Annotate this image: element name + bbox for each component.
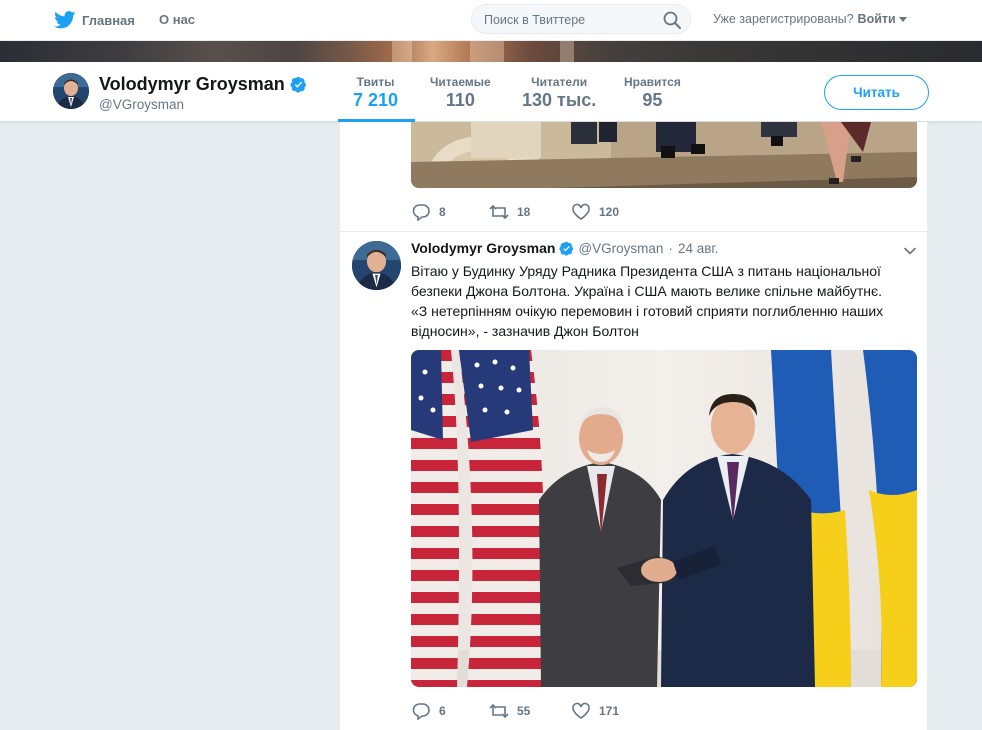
avatar-photo	[352, 241, 401, 290]
stat-followers[interactable]: Читатели 130 тыс.	[522, 75, 596, 111]
profile-name-text: Volodymyr Groysman	[99, 74, 285, 94]
avatar[interactable]	[352, 241, 401, 290]
stat-tweets[interactable]: Твиты 7 210	[353, 75, 398, 111]
search-box	[471, 4, 691, 34]
login-link[interactable]: Войти	[858, 12, 896, 26]
tweet-author-name[interactable]: Volodymyr Groysman	[411, 240, 555, 256]
like-icon	[572, 203, 590, 220]
retweet-icon	[489, 703, 509, 719]
search-input[interactable]	[484, 11, 654, 28]
stat-value: 110	[445, 90, 475, 110]
tweet-actions: 6 55 171	[411, 702, 641, 720]
tweet-media-photo[interactable]	[411, 122, 917, 188]
profile-handle[interactable]: @VGroysman	[99, 97, 184, 112]
tweet-text-line: Вітаю у Будинку Уряду Радника Президента…	[411, 263, 881, 279]
global-nav: Главная О нас Уже зарегистрированы? Войт…	[0, 0, 982, 41]
stat-label: Нравится	[624, 75, 681, 89]
chevron-down-icon[interactable]	[901, 242, 919, 260]
stat-value: 130 тыс.	[522, 90, 597, 110]
tweet-media-photo[interactable]	[411, 350, 917, 687]
banner-highlight	[392, 41, 412, 62]
like-count: 171	[599, 704, 620, 718]
stat-value: 95	[642, 90, 663, 110]
banner-highlight	[470, 41, 504, 62]
avatar-photo	[53, 73, 89, 109]
stat-label: Читаемые	[430, 75, 491, 89]
reply-icon	[412, 204, 430, 221]
like-icon	[572, 702, 590, 719]
retweet-icon	[489, 204, 509, 220]
already-registered-text: Уже зарегистрированы?	[713, 12, 854, 26]
avatar[interactable]	[53, 73, 89, 109]
stat-value: 7 210	[353, 90, 399, 110]
nav-home-label: Главная	[82, 12, 135, 28]
photo-handshake	[411, 350, 917, 687]
verified-badge-icon	[559, 241, 574, 256]
tweet-timestamp[interactable]: 24 авг.	[678, 241, 718, 256]
like-button[interactable]: 120	[571, 203, 619, 221]
nav-home-link[interactable]: Главная	[54, 9, 135, 31]
photo-cropped	[411, 122, 917, 188]
tweet-text-line: відносин», - зазначив Джон Болтон	[411, 323, 639, 339]
like-count: 120	[599, 205, 620, 219]
reply-button[interactable]: 6	[411, 702, 467, 720]
reply-count: 8	[439, 205, 446, 219]
verified-badge-icon	[290, 76, 306, 93]
reply-count: 6	[439, 704, 446, 718]
retweet-button[interactable]: 18	[489, 203, 549, 221]
timeline: 8 18 120 Volodymyr Groysman @VGroysman ·…	[339, 122, 928, 730]
tweet-actions: 8 18 120	[411, 203, 641, 221]
retweet-count: 18	[517, 205, 531, 219]
tweet-text-line: безпеки Джона Болтона. Україна і США маю…	[411, 283, 883, 299]
tweet-header: Volodymyr Groysman @VGroysman · 24 авг.	[411, 240, 718, 256]
profile-nav-bar: Volodymyr Groysman @VGroysman Твиты 7 21…	[0, 62, 982, 122]
reply-icon	[412, 703, 430, 720]
stat-following[interactable]: Читаемые 110	[430, 75, 491, 111]
login-area: Уже зарегистрированы? Войти	[713, 12, 907, 26]
tweet-divider	[340, 231, 927, 232]
profile-banner-image	[0, 41, 982, 62]
reply-button[interactable]: 8	[411, 203, 467, 221]
retweet-button[interactable]: 55	[489, 702, 549, 720]
twitter-bird-icon	[54, 11, 76, 29]
tweet-text: Вітаю у Будинку Уряду Радника Президента…	[411, 261, 917, 341]
like-button[interactable]: 171	[571, 702, 619, 720]
profile-name[interactable]: Volodymyr Groysman	[99, 74, 307, 95]
follow-button[interactable]: Читать	[824, 75, 929, 110]
stat-label: Читатели	[531, 75, 588, 89]
chevron-down-icon[interactable]	[898, 16, 907, 22]
tweet-text-line: «З нетерпінням очікую перемовин і готови…	[411, 303, 884, 319]
stat-label: Твиты	[356, 75, 395, 89]
nav-about-link[interactable]: О нас	[159, 12, 195, 27]
banner-highlight	[560, 41, 574, 62]
search-icon[interactable]	[662, 10, 682, 30]
tweet-author-handle[interactable]: @VGroysman	[578, 241, 663, 256]
stat-likes[interactable]: Нравится 95	[624, 75, 681, 111]
retweet-count: 55	[517, 704, 531, 718]
separator: ·	[668, 240, 673, 256]
